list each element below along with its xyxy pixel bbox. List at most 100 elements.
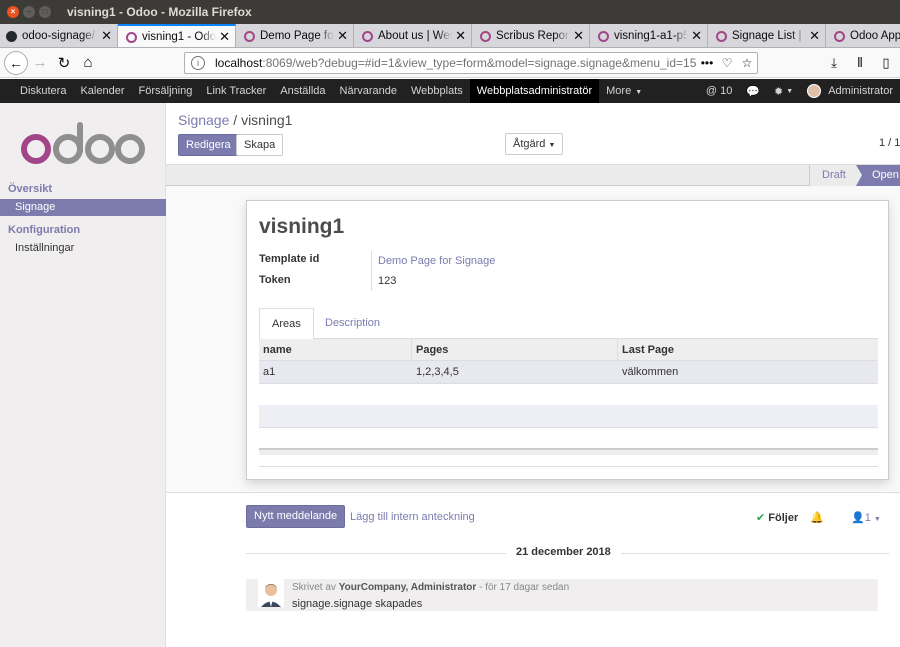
browser-tab[interactable]: Signage List | W✕ <box>708 24 826 47</box>
window-maximize-icon[interactable]: □ <box>39 6 51 18</box>
control-panel: Signage / visning1 Redigera Skapa Åtgärd… <box>166 103 900 165</box>
followers-dropdown[interactable]: 👤1 ▼ <box>851 511 881 524</box>
tab-label: visning1 - Odoo <box>142 31 217 43</box>
close-tab-icon[interactable]: ✕ <box>337 28 348 44</box>
user-menu[interactable]: Administrator <box>800 84 900 98</box>
bookmark-star-icon[interactable]: ☆ <box>737 56 757 70</box>
log-note-link[interactable]: Lägg till intern anteckning <box>350 511 475 523</box>
browser-tab[interactable]: odoo-signage/ ✕ <box>0 24 118 47</box>
messages-indicator[interactable]: @10 <box>699 85 739 97</box>
close-tab-icon[interactable]: ✕ <box>573 28 584 44</box>
token-value: 123 <box>371 271 396 291</box>
sidebar-item-signage[interactable]: Signage <box>0 199 166 216</box>
status-step-draft[interactable]: Draft <box>809 165 858 186</box>
menu-item-calendar[interactable]: Kalender <box>73 79 131 103</box>
new-message-button[interactable]: Nytt meddelande <box>246 505 346 528</box>
tab-areas[interactable]: Areas <box>259 308 314 340</box>
home-icon[interactable]: ⌂ <box>76 51 100 75</box>
breadcrumb-separator: / <box>233 112 238 128</box>
window-close-icon[interactable]: × <box>7 6 19 18</box>
caret-down-icon: ▼ <box>873 516 881 523</box>
browser-tab-active[interactable]: visning1 - Odoo ✕ <box>118 24 236 47</box>
library-icon[interactable]: ⫴ <box>850 52 870 74</box>
status-bar: Draft Open <box>166 165 900 186</box>
odoo-favicon-icon <box>126 31 137 43</box>
browser-tab[interactable]: Demo Page for Signage✕ <box>236 24 354 47</box>
divider <box>259 466 878 467</box>
bell-icon[interactable]: 🔔 <box>810 511 824 524</box>
odoo-app-menu: Diskutera Kalender Försäljning Link Trac… <box>0 79 649 103</box>
menu-item-more[interactable]: More ▼ <box>599 79 649 103</box>
menu-item-website[interactable]: Webbplats <box>404 79 470 103</box>
menu-item-discuss[interactable]: Diskutera <box>13 79 73 103</box>
cell-name: a1 <box>263 366 276 378</box>
menu-item-attendance[interactable]: Närvarande <box>333 79 404 103</box>
breadcrumb-current: visning1 <box>241 112 293 128</box>
close-tab-icon[interactable]: ✕ <box>691 28 702 44</box>
create-button[interactable]: Skapa <box>236 134 284 156</box>
action-label: Åtgärd <box>513 138 546 150</box>
table-header: name Pages Last Page <box>259 339 878 361</box>
debug-bug-icon[interactable]: ✹ ▼ <box>767 85 800 98</box>
odoo-favicon-icon <box>716 30 727 42</box>
column-header-last-page[interactable]: Last Page <box>618 339 878 360</box>
tab-description[interactable]: Description <box>313 308 392 339</box>
github-icon <box>6 30 17 42</box>
pager-value[interactable]: 1 / 1 <box>879 137 900 149</box>
follow-button[interactable]: ✔ Följer <box>756 511 798 524</box>
person-icon: 👤 <box>851 512 865 524</box>
cell-last-page: välkommen <box>622 366 679 378</box>
messages-count: 10 <box>720 85 733 97</box>
url-bar[interactable]: i localhost:8069/web?debug=#id=1&view_ty… <box>184 52 758 74</box>
browser-tab[interactable]: Scribus Report ✕ <box>472 24 590 47</box>
back-arrow-icon[interactable]: ← <box>4 50 28 75</box>
browser-tab[interactable]: Odoo Apps <box>826 24 900 47</box>
date-label: 21 december 2018 <box>506 546 621 558</box>
edit-button[interactable]: Redigera <box>178 134 239 156</box>
reload-icon[interactable]: ↻ <box>52 51 76 75</box>
action-dropdown[interactable]: Åtgärd ▼ <box>505 133 564 155</box>
column-header-name[interactable]: name <box>259 339 412 360</box>
breadcrumb-signage-link[interactable]: Signage <box>178 112 229 128</box>
systray: @10 💬 ✹ ▼ Administrator <box>699 79 900 103</box>
url-text[interactable]: localhost:8069/web?debug=#id=1&view_type… <box>215 56 697 70</box>
template-id-label: Template id <box>259 253 320 265</box>
chatter: Nytt meddelande Lägg till intern anteckn… <box>166 492 900 647</box>
chat-bubble-icon[interactable]: 💬 <box>739 85 767 98</box>
menu-item-sales[interactable]: Försäljning <box>132 79 200 103</box>
message-prefix: Skrivet av <box>292 582 336 593</box>
browser-tab[interactable]: visning1-a1-p5 ✕ <box>590 24 708 47</box>
page-actions-icon[interactable]: ••• <box>697 56 717 70</box>
template-id-value[interactable]: Demo Page for Signage <box>371 251 495 271</box>
table-row[interactable]: a1 1,2,3,4,5 välkommen <box>259 361 878 384</box>
menu-item-employees[interactable]: Anställda <box>273 79 332 103</box>
sidebar-item-settings[interactable]: Inställningar <box>0 240 166 257</box>
column-header-pages[interactable]: Pages <box>412 339 618 360</box>
close-tab-icon[interactable]: ✕ <box>809 28 820 44</box>
caret-down-icon: ▼ <box>786 87 794 95</box>
sidebar-toggle-icon[interactable]: ▯ <box>876 52 896 74</box>
sidebar-section-overview: Översikt <box>8 183 53 195</box>
site-info-icon[interactable]: i <box>191 56 205 70</box>
menu-item-website-admin[interactable]: Webbplatsadministratör <box>469 79 600 103</box>
close-tab-icon[interactable]: ✕ <box>219 29 230 45</box>
window-minimize-icon[interactable]: – <box>23 6 35 18</box>
download-icon[interactable]: ⤓ <box>824 52 844 74</box>
status-step-open[interactable]: Open <box>856 165 900 186</box>
pocket-icon[interactable]: ♡ <box>717 56 737 70</box>
browser-toolbar-right: ⤓ ⫴ ▯ <box>824 52 900 74</box>
window-titlebar: × – □ visning1 - Odoo - Mozilla Firefox <box>0 0 900 24</box>
at-sign-icon: @ <box>705 85 718 97</box>
message-author[interactable]: YourCompany, Administrator <box>339 582 477 593</box>
areas-table: name Pages Last Page a1 1,2,3,4,5 välkom… <box>259 339 878 384</box>
odoo-main-navbar: Diskutera Kalender Försäljning Link Trac… <box>0 79 900 103</box>
tab-label: Scribus Report <box>496 30 571 42</box>
check-icon: ✔ <box>756 512 766 524</box>
close-tab-icon[interactable]: ✕ <box>455 28 466 44</box>
close-tab-icon[interactable]: ✕ <box>101 28 112 44</box>
browser-tab[interactable]: About us | Web ✕ <box>354 24 472 47</box>
breadcrumb: Signage / visning1 <box>178 112 292 128</box>
forward-arrow-icon[interactable]: → <box>28 51 52 75</box>
menu-item-link-tracker[interactable]: Link Tracker <box>199 79 273 103</box>
odoo-favicon-icon <box>834 30 845 42</box>
